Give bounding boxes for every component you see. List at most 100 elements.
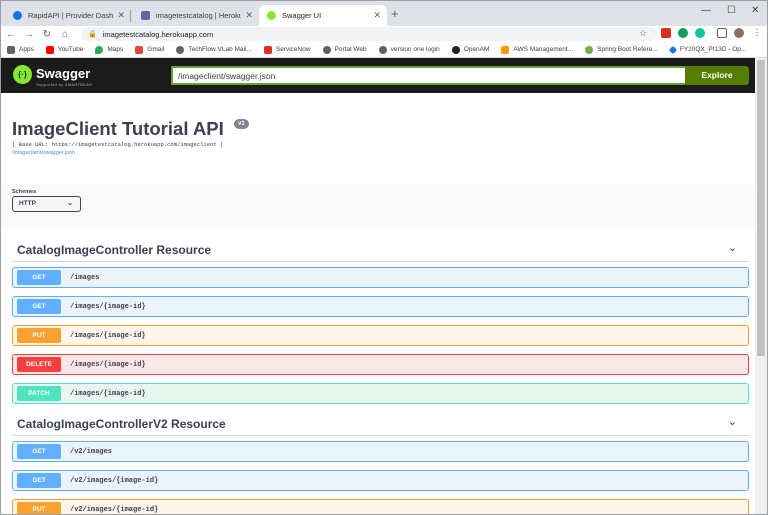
bookmark-maps[interactable]: Maps bbox=[95, 45, 124, 54]
close-tab-icon[interactable]: ✕ bbox=[117, 10, 125, 21]
close-tab-icon[interactable]: ✕ bbox=[245, 10, 253, 21]
bookmark-label: YouTube bbox=[57, 46, 84, 53]
bookmark-portal-web[interactable]: Portal Web bbox=[322, 45, 367, 54]
bookmark-servicenow[interactable]: ServiceNow bbox=[263, 45, 311, 54]
schemes-select[interactable]: HTTP ⌄ bbox=[12, 196, 81, 212]
bookmark-label: ServiceNow bbox=[275, 46, 311, 53]
operation-path: /images/{image-id} bbox=[70, 389, 146, 398]
tab-title: imagetestcatalog | Heroku bbox=[156, 11, 242, 20]
home-button[interactable]: ⌂ bbox=[57, 29, 73, 40]
tab-swagger-active[interactable]: Swagger UI ✕ bbox=[259, 5, 387, 26]
operations-area: CatalogImageController Resource ⌄ GET /i… bbox=[1, 227, 755, 514]
diamond-icon bbox=[668, 45, 678, 54]
bookmark-spring-boot[interactable]: Spring Boot Refere... bbox=[585, 45, 658, 54]
avatar[interactable] bbox=[734, 28, 744, 38]
method-badge: DELETE bbox=[17, 357, 61, 372]
bookmark-fy20qx[interactable]: FY20QX_PI13D - Op... bbox=[668, 45, 746, 54]
bookmark-openam[interactable]: OpenAM bbox=[451, 45, 490, 54]
chevron-down-icon[interactable]: ⌄ bbox=[728, 241, 737, 254]
bookmark-label: OpenAM bbox=[463, 46, 490, 53]
bookmark-label: Gmail bbox=[147, 46, 165, 53]
controller-header[interactable]: CatalogImageController Resource ⌄ bbox=[12, 239, 749, 262]
bookmark-star-icon[interactable]: ☆ bbox=[639, 28, 647, 39]
bookmark-apps[interactable]: Apps bbox=[7, 45, 34, 54]
method-badge: PUT bbox=[17, 328, 61, 343]
reading-list-icon[interactable] bbox=[717, 28, 727, 38]
version-badge: v1 bbox=[234, 119, 249, 129]
bookmark-gmail[interactable]: Gmail bbox=[135, 45, 165, 54]
rapidapi-icon bbox=[13, 11, 22, 20]
operation-path: /v2/images bbox=[70, 447, 113, 456]
operation-path: /v2/images/{image-id} bbox=[70, 505, 159, 514]
api-info: ImageClient Tutorial API v1 [ Base URL: … bbox=[1, 93, 755, 185]
controller-title: CatalogImageControllerV2 Resource bbox=[17, 417, 226, 431]
bookmark-label: Spring Boot Refere... bbox=[597, 46, 658, 53]
minimize-button[interactable]: — bbox=[701, 5, 711, 16]
tab-heroku[interactable]: imagetestcatalog | Heroku ✕ bbox=[133, 5, 259, 26]
schemes-label: Schemes bbox=[12, 189, 37, 195]
lock-icon: 🔒 bbox=[88, 31, 97, 38]
tab-title: RapidAPI | Provider Dashboard bbox=[28, 11, 114, 20]
operation-path: /v2/images/{image-id} bbox=[70, 476, 159, 485]
bookmark-aws[interactable]: AWS Management... bbox=[501, 45, 574, 54]
bookmark-version-one[interactable]: version one login bbox=[378, 45, 440, 54]
tab-title: Swagger UI bbox=[282, 11, 322, 20]
operation-row[interactable]: PUT /v2/images/{image-id} bbox=[12, 499, 749, 514]
spec-url-input[interactable] bbox=[171, 66, 686, 85]
controller-header[interactable]: CatalogImageControllerV2 Resource ⌄ bbox=[12, 413, 749, 436]
aws-icon bbox=[501, 45, 510, 54]
menu-dots-icon[interactable]: ⋮ bbox=[752, 28, 762, 38]
schemes-section: Schemes HTTP ⌄ bbox=[1, 185, 755, 227]
operation-row[interactable]: PATCH /images/{image-id} bbox=[12, 383, 749, 404]
gmail-icon bbox=[135, 45, 144, 54]
operation-row[interactable]: GET /v2/images/{image-id} bbox=[12, 470, 749, 491]
address-bar[interactable]: 🔒 imagetestcatalog.herokuapp.com ☆ bbox=[81, 27, 657, 41]
scrollbar-thumb[interactable] bbox=[757, 60, 765, 356]
controller-title: CatalogImageController Resource bbox=[17, 243, 212, 257]
extension-shield-icon[interactable] bbox=[661, 28, 671, 38]
heroku-icon bbox=[141, 11, 150, 20]
bookmarks-bar: Apps YouTube Maps Gmail TechFlow VLab Ma… bbox=[1, 42, 767, 58]
bookmark-label: Portal Web bbox=[334, 46, 367, 53]
bookmark-label: Maps bbox=[107, 46, 124, 53]
operation-row[interactable]: GET /images bbox=[12, 267, 749, 288]
chevron-down-icon[interactable]: ⌄ bbox=[728, 415, 737, 428]
operation-path: /images bbox=[70, 273, 100, 282]
tab-rapidapi[interactable]: RapidAPI | Provider Dashboard ✕ bbox=[5, 5, 131, 26]
new-tab-button[interactable]: + bbox=[391, 7, 399, 21]
swagger-brand[interactable]: Swagger bbox=[36, 66, 90, 81]
swagger-icon bbox=[267, 11, 276, 20]
bookmark-label: Apps bbox=[19, 46, 34, 53]
page-scrollbar[interactable] bbox=[755, 58, 767, 514]
schemes-selected-value: HTTP bbox=[19, 200, 36, 207]
spec-link[interactable]: /imageclient/swagger.json bbox=[12, 150, 75, 156]
operation-path: /images/{image-id} bbox=[70, 331, 146, 340]
extension-grammarly-icon[interactable] bbox=[695, 28, 705, 38]
extension-evernote-icon[interactable] bbox=[678, 28, 688, 38]
operation-row[interactable]: DELETE /images/{image-id} bbox=[12, 354, 749, 375]
base-url: [ Base URL: https://imagetestcatalog.her… bbox=[12, 141, 224, 148]
back-button[interactable]: ← bbox=[3, 29, 19, 40]
bookmark-techflow[interactable]: TechFlow VLab Mail... bbox=[176, 45, 252, 54]
api-title: ImageClient Tutorial API bbox=[12, 118, 224, 139]
method-badge: PUT bbox=[17, 502, 61, 514]
operation-row[interactable]: GET /images/{image-id} bbox=[12, 296, 749, 317]
operation-row[interactable]: PUT /images/{image-id} bbox=[12, 325, 749, 346]
swagger-brand-sub: Supported by SMARTBEAR bbox=[36, 82, 93, 87]
close-tab-icon[interactable]: ✕ bbox=[373, 10, 381, 21]
maximize-button[interactable]: ☐ bbox=[727, 5, 736, 16]
swagger-logo-icon[interactable]: {·} bbox=[13, 65, 32, 84]
reload-button[interactable]: ↻ bbox=[39, 29, 55, 40]
operation-row[interactable]: GET /v2/images bbox=[12, 441, 749, 462]
browser-window: RapidAPI | Provider Dashboard ✕ imagetes… bbox=[0, 0, 768, 515]
bookmark-label: AWS Management... bbox=[513, 46, 574, 53]
explore-button[interactable]: Explore bbox=[685, 66, 749, 85]
close-window-button[interactable]: ✕ bbox=[751, 5, 759, 16]
operation-path: /images/{image-id} bbox=[70, 302, 146, 311]
tab-separator bbox=[130, 10, 131, 22]
bookmark-youtube[interactable]: YouTube bbox=[45, 45, 84, 54]
operation-path: /images/{image-id} bbox=[70, 360, 146, 369]
method-badge: GET bbox=[17, 444, 61, 459]
forward-button[interactable]: → bbox=[21, 29, 37, 40]
swagger-topbar: {·} Swagger Supported by SMARTBEAR Explo… bbox=[1, 58, 767, 93]
